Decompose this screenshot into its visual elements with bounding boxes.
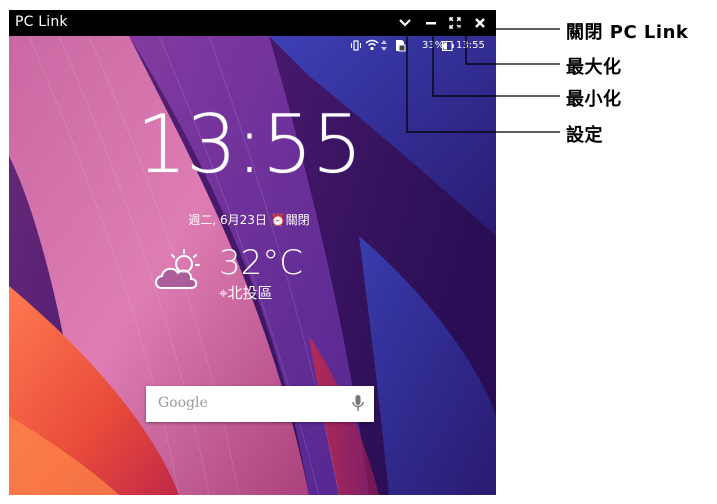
status-bar: 33% 13:55 — [9, 36, 496, 56]
signal-arrows-icon — [381, 40, 387, 51]
app-title: PC Link — [15, 14, 68, 30]
close-button[interactable] — [470, 10, 490, 36]
search-placeholder: Google — [158, 395, 208, 411]
callout-minimize: 最小化 — [566, 89, 622, 110]
status-time: 13:55 — [456, 40, 485, 51]
partly-cloudy-icon — [155, 249, 200, 289]
lockscreen-date: 週二, 6月23日 ⏰關閉 — [188, 213, 310, 227]
title-bar[interactable]: PC Link — [9, 10, 496, 36]
settings-button[interactable] — [395, 10, 415, 36]
battery-percent: 33% — [422, 40, 445, 51]
weather-location: ⌖北投區 — [219, 284, 273, 302]
minimize-icon — [426, 22, 436, 25]
vibrate-icon — [351, 40, 361, 51]
maximize-icon — [449, 17, 461, 29]
minimize-button[interactable] — [421, 10, 441, 36]
weather-temperature: 32°C — [219, 243, 304, 283]
battery-icon — [442, 41, 454, 51]
phone-screen[interactable]: 33% 13:55 13:55 週二, 6月23日 ⏰關閉 32°C ⌖北投區 — [9, 36, 496, 495]
sim-icon — [396, 40, 406, 52]
wifi-icon — [365, 39, 379, 51]
callout-settings: 設定 — [566, 125, 603, 146]
google-search-bar[interactable]: Google — [146, 386, 374, 422]
close-icon — [475, 18, 485, 28]
pc-link-window: PC Link 33% 13:55 13:55 週二, 6月23日 ⏰關閉 32… — [9, 10, 496, 495]
chevron-down-icon — [399, 19, 411, 27]
callout-maximize: 最大化 — [566, 57, 622, 78]
lockscreen-clock: 13:55 — [136, 98, 363, 191]
callout-close: 關閉 PC Link — [566, 22, 689, 43]
microphone-icon[interactable] — [352, 394, 364, 412]
maximize-button[interactable] — [445, 10, 465, 36]
